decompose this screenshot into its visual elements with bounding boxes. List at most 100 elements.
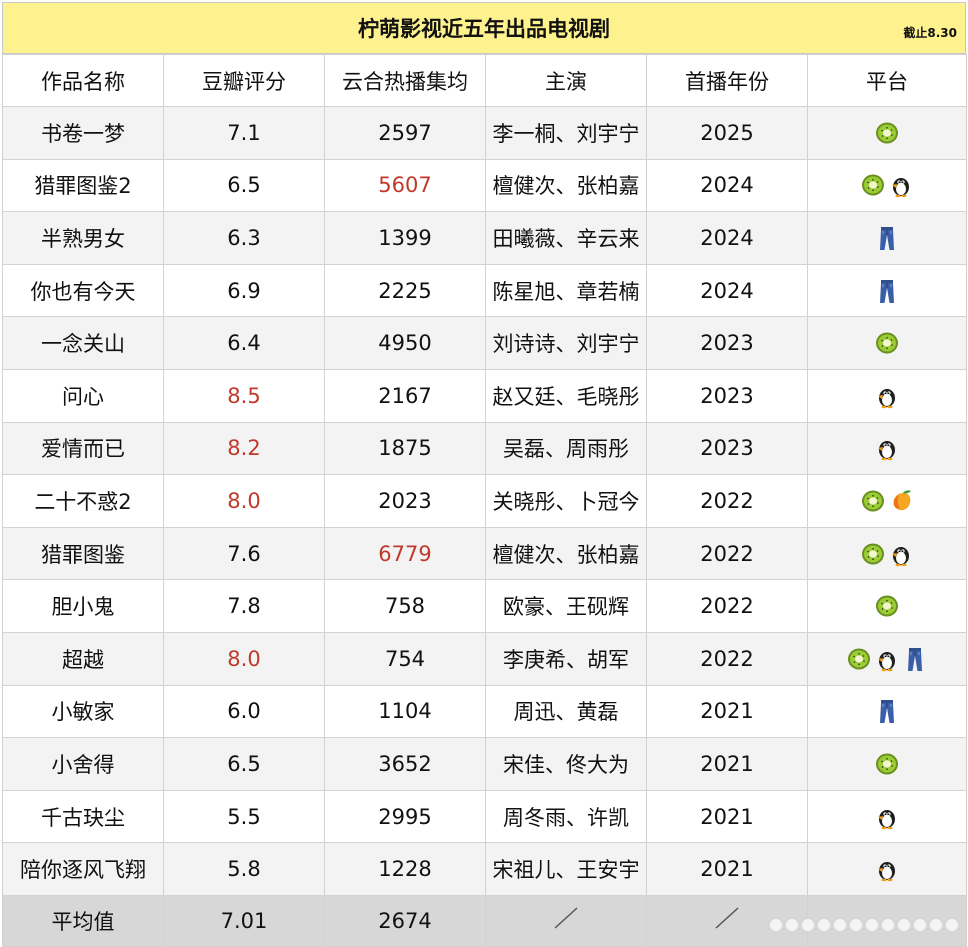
cell-cast: 赵又廷、毛晓彤: [485, 368, 647, 423]
header-row: 作品名称 豆瓣评分 云合热播集均 主演 首播年份 平台: [2, 54, 967, 107]
cell-yunhe-heat: 1875: [324, 421, 486, 476]
cell-yunhe-heat: 6779: [324, 526, 486, 581]
title-bar: 柠萌影视近五年出品电视剧 截止8.30: [2, 2, 966, 54]
slash-icon: [554, 907, 578, 929]
jeans-icon: [874, 698, 900, 724]
cell-cast: 吴磊、周雨彤: [485, 421, 647, 476]
cell-cast: 关晓彤、卜冠今: [485, 474, 647, 528]
cell-yunhe-heat: 2597: [324, 106, 486, 160]
cell-platform: [807, 316, 967, 370]
average-label: 平均值: [2, 894, 164, 947]
cell-platform: [807, 211, 967, 265]
kiwi-icon: [860, 488, 886, 514]
cell-premiere-year: 2024: [646, 158, 808, 213]
header-douban-score: 豆瓣评分: [163, 54, 325, 107]
cell-cast: 李庚希、胡军: [485, 631, 647, 686]
jeans-icon: [874, 225, 900, 251]
cell-platform: [807, 579, 967, 633]
cell-premiere-year: 2021: [646, 737, 808, 791]
table-row: 一念关山 6.4 4950 刘诗诗、刘宇宁 2023: [2, 316, 967, 370]
cell-premiere-year: 2022: [646, 526, 808, 581]
cell-name: 半熟男女: [2, 211, 164, 265]
cell-douban-score: 6.0: [163, 684, 325, 739]
table-title: 柠萌影视近五年出品电视剧: [358, 17, 610, 41]
header-name: 作品名称: [2, 54, 164, 107]
kiwi-icon: [874, 330, 900, 356]
table-row: 爱情而已 8.2 1875 吴磊、周雨彤 2023: [2, 421, 967, 476]
penguin-icon: [888, 541, 914, 567]
cell-platform: [807, 474, 967, 528]
cell-platform: [807, 263, 967, 318]
cell-premiere-year: 2024: [646, 263, 808, 318]
cell-yunhe-heat: 2023: [324, 474, 486, 528]
kiwi-icon: [846, 646, 872, 672]
cell-yunhe-heat: 2225: [324, 263, 486, 318]
header-yunhe-heat: 云合热播集均: [324, 54, 486, 107]
table-row: 你也有今天 6.9 2225 陈星旭、章若楠 2024: [2, 263, 967, 318]
watermark: [770, 919, 958, 931]
penguin-icon: [874, 646, 900, 672]
cell-name: 二十不惑2: [2, 474, 164, 528]
average-heat: 2674: [324, 894, 486, 947]
cell-douban-score: 7.6: [163, 526, 325, 581]
jeans-icon: [874, 278, 900, 304]
cell-douban-score: 6.5: [163, 158, 325, 213]
penguin-icon: [874, 804, 900, 830]
spreadsheet-image: 柠萌影视近五年出品电视剧 截止8.30 作品名称 豆瓣评分 云合热播集均 主演 …: [2, 2, 967, 947]
cell-name: 小敏家: [2, 684, 164, 739]
cell-yunhe-heat: 1104: [324, 684, 486, 739]
cell-douban-score: 8.0: [163, 474, 325, 528]
cell-premiere-year: 2023: [646, 421, 808, 476]
cell-cast: 田曦薇、辛云来: [485, 211, 647, 265]
cell-name: 千古玦尘: [2, 789, 164, 844]
cell-douban-score: 6.5: [163, 737, 325, 791]
cell-yunhe-heat: 754: [324, 631, 486, 686]
cell-douban-score: 7.8: [163, 579, 325, 633]
cell-name: 猎罪图鉴2: [2, 158, 164, 213]
date-note: 截止8.30: [903, 26, 957, 40]
cell-name: 超越: [2, 631, 164, 686]
penguin-icon: [874, 856, 900, 882]
drama-table: 作品名称 豆瓣评分 云合热播集均 主演 首播年份 平台 书卷一梦 7.1 2597 李…: [2, 54, 967, 947]
cell-platform: [807, 421, 967, 476]
cell-cast: 檀健次、张柏嘉: [485, 526, 647, 581]
header-cast: 主演: [485, 54, 647, 107]
cell-douban-score: 6.3: [163, 211, 325, 265]
kiwi-icon: [860, 541, 886, 567]
table-row: 千古玦尘 5.5 2995 周冬雨、许凯 2021: [2, 789, 967, 844]
kiwi-icon: [874, 593, 900, 619]
cell-yunhe-heat: 1399: [324, 211, 486, 265]
table-row: 猎罪图鉴2 6.5 5607 檀健次、张柏嘉 2024: [2, 158, 967, 213]
average-cast-empty: [485, 894, 647, 947]
cell-cast: 宋祖儿、王安宇: [485, 842, 647, 896]
cell-douban-score: 6.4: [163, 316, 325, 370]
cell-cast: 欧豪、王砚辉: [485, 579, 647, 633]
cell-premiere-year: 2022: [646, 631, 808, 686]
kiwi-icon: [874, 120, 900, 146]
cell-premiere-year: 2023: [646, 368, 808, 423]
cell-yunhe-heat: 2995: [324, 789, 486, 844]
cell-cast: 陈星旭、章若楠: [485, 263, 647, 318]
mango-icon: [888, 488, 914, 514]
table-row: 胆小鬼 7.8 758 欧豪、王砚辉 2022: [2, 579, 967, 633]
cell-premiere-year: 2024: [646, 211, 808, 265]
cell-yunhe-heat: 1228: [324, 842, 486, 896]
cell-cast: 刘诗诗、刘宇宁: [485, 316, 647, 370]
table-row: 半熟男女 6.3 1399 田曦薇、辛云来 2024: [2, 211, 967, 265]
cell-yunhe-heat: 758: [324, 579, 486, 633]
cell-name: 陪你逐风飞翔: [2, 842, 164, 896]
cell-platform: [807, 631, 967, 686]
cell-platform: [807, 158, 967, 213]
cell-name: 你也有今天: [2, 263, 164, 318]
table-row: 小舍得 6.5 3652 宋佳、佟大为 2021: [2, 737, 967, 791]
slash-icon: [715, 907, 739, 929]
table-row: 小敏家 6.0 1104 周迅、黄磊 2021: [2, 684, 967, 739]
table-row: 二十不惑2 8.0 2023 关晓彤、卜冠今 2022: [2, 474, 967, 528]
cell-premiere-year: 2022: [646, 474, 808, 528]
kiwi-icon: [860, 172, 886, 198]
penguin-icon: [888, 172, 914, 198]
average-score: 7.01: [163, 894, 325, 947]
cell-premiere-year: 2021: [646, 789, 808, 844]
table-row: 陪你逐风飞翔 5.8 1228 宋祖儿、王安宇 2021: [2, 842, 967, 896]
cell-platform: [807, 789, 967, 844]
